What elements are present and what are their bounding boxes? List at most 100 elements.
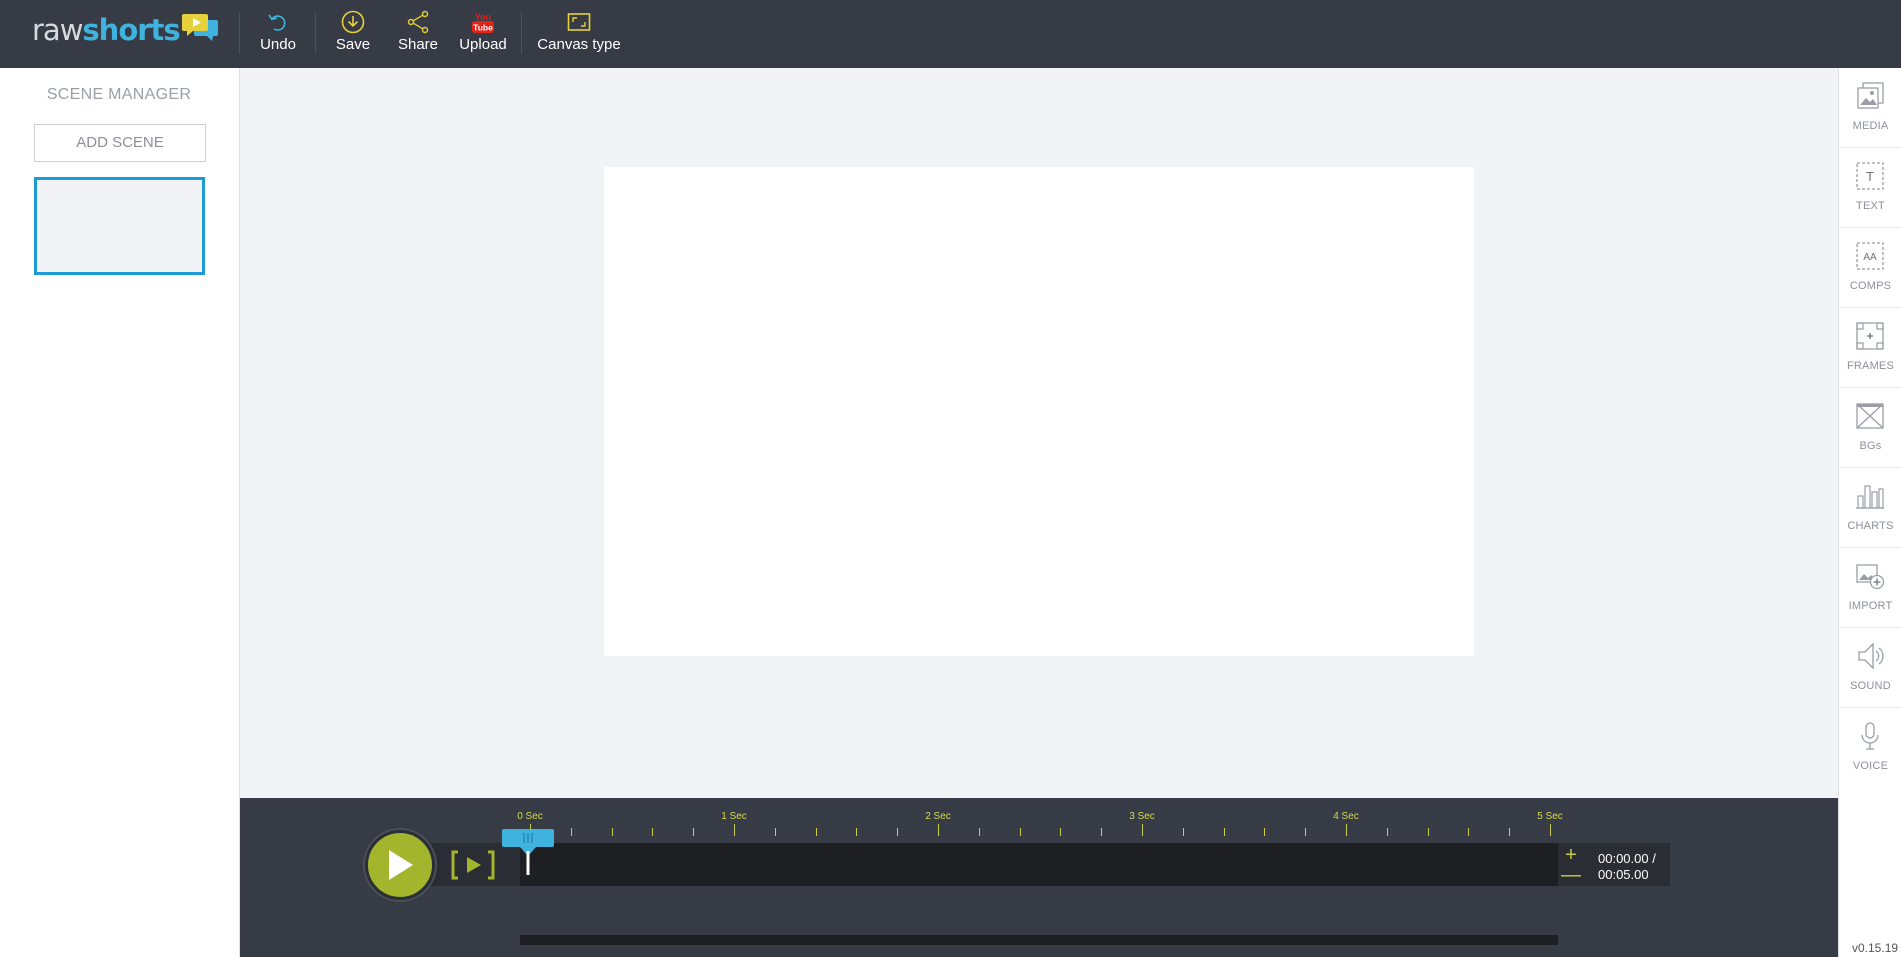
share-button[interactable]: Share — [397, 10, 439, 56]
import-icon — [1856, 564, 1885, 590]
timeline-zoom-controls: + — — [1560, 845, 1582, 885]
share-label: Share — [397, 36, 439, 53]
undo-button[interactable]: Undo — [257, 10, 299, 56]
ruler-tick-label: 1 Sec — [721, 811, 747, 822]
ruler-tick — [1468, 828, 1470, 836]
timeline-scrollbar[interactable] — [520, 935, 1558, 945]
comps-icon: AA — [1856, 242, 1884, 270]
svg-text:Tube: Tube — [473, 23, 493, 33]
ruler-tick — [570, 828, 572, 836]
editor-canvas[interactable] — [604, 167, 1474, 656]
tool-comps[interactable]: AA COMPS — [1839, 228, 1901, 308]
ruler-tick — [815, 828, 817, 836]
zoom-out-button[interactable]: — — [1561, 865, 1581, 885]
ruler-tick — [652, 828, 654, 836]
timeline-track[interactable] — [520, 843, 1558, 886]
ruler-tick — [1550, 824, 1551, 836]
logo-text-raw: raw — [32, 13, 83, 47]
scene-manager-panel: SCENE MANAGER ADD SCENE — [0, 68, 240, 957]
media-icon — [1857, 82, 1884, 109]
toolbar-divider — [239, 12, 240, 54]
ruler-tick-label: 4 Sec — [1333, 811, 1359, 822]
ruler-tick-label: 5 Sec — [1537, 811, 1563, 822]
ruler-tick — [897, 828, 899, 836]
youtube-icon: You Tube — [471, 10, 495, 34]
ruler-tick-label: 2 Sec — [925, 811, 951, 822]
backgrounds-icon — [1856, 403, 1884, 429]
ruler-tick — [1060, 828, 1062, 836]
tool-bgs-label: BGs — [1859, 440, 1882, 452]
ruler-tick — [1182, 828, 1184, 836]
tool-bgs[interactable]: BGs — [1839, 388, 1901, 468]
undo-icon — [267, 10, 289, 34]
scene-manager-title: SCENE MANAGER — [46, 86, 192, 103]
toolbar-divider — [315, 12, 316, 54]
ruler-tick — [734, 824, 735, 836]
ruler-tick — [693, 828, 695, 836]
play-icon — [389, 850, 413, 880]
timeline-panel: 0 Sec 1 Sec 2 Sec 3 Sec 4 Sec 5 Sec + — 00:00… — [240, 798, 1838, 957]
play-button[interactable] — [365, 830, 435, 900]
tool-frames[interactable]: FRAMES — [1839, 308, 1901, 388]
canvas-type-button[interactable]: Canvas type — [536, 10, 622, 56]
ruler-tick — [1346, 824, 1347, 836]
tool-text[interactable]: T TEXT — [1839, 148, 1901, 228]
current-time: 00:00.00 / — [1598, 851, 1656, 866]
download-circle-icon — [341, 10, 365, 34]
ruler-tick — [978, 828, 980, 836]
ruler-tick — [938, 824, 939, 836]
ruler-tick — [611, 828, 613, 836]
svg-text:You: You — [475, 12, 491, 22]
tool-voice[interactable]: VOICE — [1839, 708, 1901, 788]
ruler-tick — [1101, 828, 1103, 836]
ruler-tick — [1427, 828, 1429, 836]
ruler-tick — [1142, 824, 1143, 836]
version-label: v0.15.19 — [1852, 941, 1899, 955]
svg-text:AA: AA — [1863, 252, 1877, 263]
ruler-tick — [1386, 828, 1388, 836]
tool-media-label: MEDIA — [1852, 120, 1889, 132]
canvas-type-icon — [567, 10, 591, 34]
tool-voice-label: VOICE — [1852, 760, 1889, 772]
tool-charts-label: CHARTS — [1847, 520, 1894, 532]
save-label: Save — [335, 36, 371, 53]
ruler-tick — [1019, 828, 1021, 836]
rawshorts-logo[interactable]: rawshorts — [32, 10, 218, 50]
charts-icon — [1856, 485, 1884, 509]
tool-text-label: TEXT — [1856, 200, 1885, 212]
ruler-tick — [856, 828, 858, 836]
svg-text:T: T — [1866, 169, 1874, 184]
ruler-tick-label: 3 Sec — [1129, 811, 1155, 822]
canvas-type-label: Canvas type — [537, 36, 621, 53]
tool-frames-label: FRAMES — [1846, 360, 1895, 372]
timeline-ruler[interactable]: 0 Sec 1 Sec 2 Sec 3 Sec 4 Sec 5 Sec — [517, 806, 1563, 836]
zoom-in-button[interactable]: + — [1565, 845, 1577, 865]
tool-comps-label: COMPS — [1849, 280, 1892, 292]
text-icon: T — [1856, 162, 1884, 190]
upload-label: Upload — [459, 36, 507, 53]
ruler-tick-label: 0 Sec — [517, 811, 543, 822]
toolbar-divider — [521, 12, 522, 54]
tool-sound[interactable]: SOUND — [1839, 628, 1901, 708]
time-readout: 00:00.00 / 00:05.00 — [1598, 851, 1656, 883]
tool-media[interactable]: MEDIA — [1839, 68, 1901, 148]
logo-text-shorts: shorts — [82, 13, 180, 47]
upload-button[interactable]: You Tube Upload — [457, 10, 509, 56]
playhead-handle[interactable] — [502, 829, 554, 875]
add-scene-button[interactable]: ADD SCENE — [34, 124, 206, 162]
frames-icon — [1856, 322, 1884, 350]
ruler-tick — [1509, 828, 1511, 836]
tool-import-label: IMPORT — [1848, 600, 1893, 612]
scene-thumbnail[interactable] — [34, 177, 205, 275]
ruler-tick — [1305, 828, 1307, 836]
preview-scene-button[interactable] — [450, 849, 496, 881]
logo-bubbles-icon — [181, 14, 218, 44]
tool-import[interactable]: IMPORT — [1839, 548, 1901, 628]
save-button[interactable]: Save — [335, 10, 371, 56]
speaker-icon — [1858, 642, 1884, 670]
ruler-tick — [1264, 828, 1266, 836]
tool-charts[interactable]: CHARTS — [1839, 468, 1901, 548]
tools-panel: MEDIA T TEXT AA COMPS FRAMES BGs CHARTS … — [1838, 68, 1901, 957]
ruler-tick — [774, 828, 776, 836]
top-toolbar: rawshorts Undo Save Share You Tube Uploa… — [0, 0, 1901, 68]
